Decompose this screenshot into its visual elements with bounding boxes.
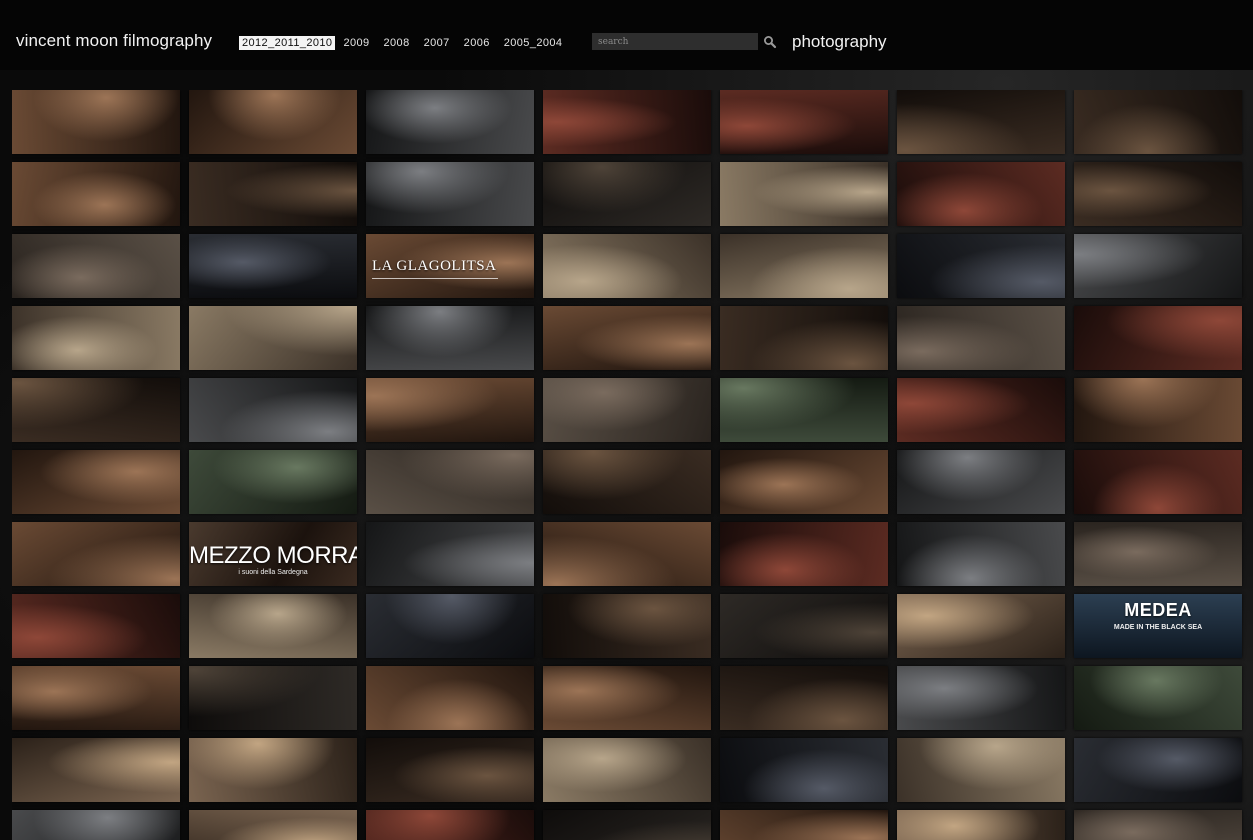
film-thumbnail[interactable] bbox=[12, 90, 180, 154]
year-link-2012-2011-2010[interactable]: 2012_2011_2010 bbox=[239, 36, 336, 50]
thumbnail-subtitle: MADE IN THE BLACK SEA bbox=[1113, 624, 1203, 631]
title-underline bbox=[372, 278, 498, 279]
film-thumbnail[interactable] bbox=[720, 450, 888, 514]
film-thumbnail[interactable] bbox=[543, 90, 711, 154]
film-thumbnail[interactable] bbox=[1074, 450, 1242, 514]
film-thumbnail[interactable] bbox=[543, 810, 711, 840]
film-thumbnail[interactable] bbox=[366, 594, 534, 658]
film-thumbnail[interactable] bbox=[897, 666, 1065, 730]
film-thumbnail[interactable] bbox=[720, 234, 888, 298]
film-thumbnail[interactable] bbox=[1074, 306, 1242, 370]
year-link-2009[interactable]: 2009 bbox=[343, 36, 369, 50]
film-thumbnail[interactable] bbox=[720, 306, 888, 370]
film-thumbnail[interactable] bbox=[366, 666, 534, 730]
film-thumbnail[interactable] bbox=[897, 738, 1065, 802]
film-thumbnail[interactable] bbox=[897, 594, 1065, 658]
film-thumbnail[interactable] bbox=[897, 450, 1065, 514]
film-thumbnail[interactable] bbox=[720, 378, 888, 442]
film-thumbnail[interactable] bbox=[897, 90, 1065, 154]
film-thumbnail[interactable] bbox=[1074, 162, 1242, 226]
film-thumbnail[interactable] bbox=[189, 378, 357, 442]
film-thumbnail[interactable]: MEZZO MORRA i suoni della Sardegna bbox=[189, 522, 357, 586]
film-thumbnail[interactable] bbox=[12, 234, 180, 298]
film-thumbnail[interactable] bbox=[12, 666, 180, 730]
year-link-2005-2004[interactable]: 2005_2004 bbox=[504, 36, 563, 50]
year-link-2006[interactable]: 2006 bbox=[464, 36, 490, 50]
film-thumbnail[interactable] bbox=[720, 522, 888, 586]
film-thumbnail[interactable] bbox=[543, 306, 711, 370]
film-thumbnail[interactable] bbox=[12, 450, 180, 514]
film-thumbnail[interactable] bbox=[720, 810, 888, 840]
film-thumbnail[interactable] bbox=[543, 162, 711, 226]
film-thumbnail[interactable] bbox=[1074, 738, 1242, 802]
page: vincent moon filmography 2012_2011_2010 2… bbox=[0, 0, 1253, 840]
film-thumbnail[interactable]: LA GLAGOLITSA bbox=[366, 234, 534, 298]
film-thumbnail[interactable] bbox=[366, 306, 534, 370]
year-link-2007[interactable]: 2007 bbox=[424, 36, 450, 50]
film-thumbnail[interactable] bbox=[720, 90, 888, 154]
film-thumbnail[interactable] bbox=[1074, 666, 1242, 730]
film-thumbnail[interactable] bbox=[720, 594, 888, 658]
film-thumbnail[interactable] bbox=[897, 234, 1065, 298]
film-thumbnail[interactable] bbox=[366, 450, 534, 514]
film-thumbnail[interactable] bbox=[897, 522, 1065, 586]
film-thumbnail[interactable] bbox=[12, 306, 180, 370]
film-thumbnail[interactable] bbox=[720, 162, 888, 226]
film-thumbnail[interactable] bbox=[543, 234, 711, 298]
film-thumbnail[interactable] bbox=[189, 450, 357, 514]
film-thumbnail[interactable] bbox=[897, 306, 1065, 370]
film-thumbnail[interactable] bbox=[12, 738, 180, 802]
film-thumbnail[interactable] bbox=[1074, 810, 1242, 840]
film-thumbnail[interactable] bbox=[189, 594, 357, 658]
film-thumbnail[interactable] bbox=[189, 810, 357, 840]
film-thumbnail[interactable] bbox=[366, 738, 534, 802]
film-thumbnail[interactable] bbox=[12, 162, 180, 226]
film-thumbnail[interactable] bbox=[897, 378, 1065, 442]
film-thumbnail[interactable] bbox=[543, 378, 711, 442]
magnifier-icon[interactable] bbox=[763, 35, 777, 49]
thumbnail-title: MEDEA bbox=[1124, 600, 1192, 620]
film-thumbnail[interactable] bbox=[366, 162, 534, 226]
year-link-2008[interactable]: 2008 bbox=[384, 36, 410, 50]
film-thumbnail[interactable] bbox=[897, 810, 1065, 840]
film-thumbnail[interactable] bbox=[12, 378, 180, 442]
film-thumbnail[interactable] bbox=[1074, 234, 1242, 298]
thumbnail-title: LA GLAGOLITSA bbox=[372, 258, 497, 274]
thumbnail-subtitle: i suoni della Sardegna bbox=[238, 569, 308, 576]
film-thumbnail[interactable] bbox=[720, 666, 888, 730]
film-thumbnail[interactable] bbox=[189, 306, 357, 370]
film-thumbnail[interactable] bbox=[366, 378, 534, 442]
film-thumbnail[interactable] bbox=[366, 522, 534, 586]
film-thumbnail[interactable]: MEDEA MADE IN THE BLACK SEA bbox=[1074, 594, 1242, 658]
film-thumbnail[interactable] bbox=[189, 738, 357, 802]
film-thumbnail[interactable] bbox=[543, 450, 711, 514]
film-thumbnail-grid: LA GLAGOLITSA MEZZO MORRA i suoni della Sa… bbox=[12, 90, 1252, 840]
photography-link[interactable]: photography bbox=[792, 32, 887, 52]
film-thumbnail[interactable] bbox=[366, 90, 534, 154]
thumbnail-title: MEZZO MORRA bbox=[189, 542, 357, 569]
film-thumbnail[interactable] bbox=[189, 234, 357, 298]
film-thumbnail[interactable] bbox=[543, 666, 711, 730]
film-thumbnail[interactable] bbox=[543, 522, 711, 586]
film-thumbnail[interactable] bbox=[543, 738, 711, 802]
film-thumbnail[interactable] bbox=[189, 666, 357, 730]
film-thumbnail[interactable] bbox=[12, 810, 180, 840]
header-bar: vincent moon filmography 2012_2011_2010 2… bbox=[0, 0, 1253, 70]
film-thumbnail[interactable] bbox=[12, 594, 180, 658]
film-thumbnail[interactable] bbox=[189, 90, 357, 154]
site-title-link[interactable]: vincent moon filmography bbox=[16, 31, 212, 51]
film-thumbnail[interactable] bbox=[366, 810, 534, 840]
film-thumbnail[interactable] bbox=[897, 162, 1065, 226]
film-thumbnail[interactable] bbox=[1074, 378, 1242, 442]
year-nav: 2012_2011_2010 2009 2008 2007 2006 2005_2004 bbox=[239, 36, 576, 50]
film-thumbnail[interactable] bbox=[1074, 90, 1242, 154]
film-thumbnail[interactable] bbox=[720, 738, 888, 802]
film-thumbnail[interactable] bbox=[543, 594, 711, 658]
film-thumbnail[interactable] bbox=[12, 522, 180, 586]
search-input[interactable] bbox=[592, 33, 758, 50]
film-thumbnail[interactable] bbox=[1074, 522, 1242, 586]
film-thumbnail[interactable] bbox=[189, 162, 357, 226]
